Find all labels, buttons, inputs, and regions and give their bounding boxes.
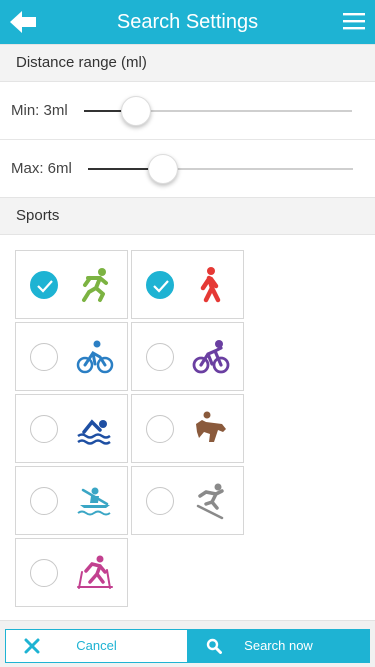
sport-tile-horse-riding[interactable] [131, 394, 244, 463]
checkmark-icon [37, 280, 53, 293]
sport-tile-skiing[interactable] [131, 466, 244, 535]
menu-button[interactable] [343, 11, 365, 31]
max-distance-label: Max: 6ml [11, 160, 72, 177]
sport-tile-cycling[interactable] [15, 322, 128, 391]
search-now-button-label: Search now [244, 638, 313, 653]
sport-tile-running[interactable] [15, 250, 128, 319]
page-title: Search Settings [116, 11, 259, 33]
selected-checkbox[interactable] [146, 271, 174, 299]
unselected-checkbox[interactable] [30, 487, 58, 515]
unselected-checkbox[interactable] [146, 343, 174, 371]
sport-tile-walking[interactable] [131, 250, 244, 319]
search-settings-screen: Search Settings Distance range (ml) Min:… [0, 0, 375, 667]
search-now-button[interactable]: Search now [187, 629, 370, 663]
checkmark-icon [153, 280, 169, 293]
horse-riding-icon [196, 411, 226, 442]
distance-section-header: Distance range (ml) [0, 44, 375, 82]
footer-bar: Cancel Search now [0, 620, 375, 667]
sport-tile-mountain-biking[interactable] [131, 322, 244, 391]
sports-section-header: Sports [0, 197, 375, 235]
kayaking-icon [77, 487, 111, 516]
running-icon [82, 268, 108, 302]
cycling-icon [76, 340, 114, 374]
unselected-checkbox[interactable] [30, 343, 58, 371]
mountain-biking-icon [192, 340, 230, 374]
min-distance-label: Min: 3ml [11, 102, 68, 119]
back-button[interactable] [8, 8, 38, 36]
unselected-checkbox[interactable] [30, 559, 58, 587]
swimming-icon [77, 419, 111, 445]
back-arrow-icon [10, 11, 36, 33]
unselected-checkbox[interactable] [146, 415, 174, 443]
cross-country-skiing-icon [77, 555, 113, 589]
min-distance-row: Min: 3ml [0, 82, 375, 140]
cancel-button[interactable]: Cancel [5, 629, 188, 663]
unselected-checkbox[interactable] [146, 487, 174, 515]
sport-tile-swimming[interactable] [15, 394, 128, 463]
unselected-checkbox[interactable] [30, 415, 58, 443]
skiing-icon [196, 483, 224, 520]
min-distance-slider-thumb[interactable] [121, 96, 151, 126]
sport-tile-cross-country-skiing[interactable] [15, 538, 128, 607]
selected-checkbox[interactable] [30, 271, 58, 299]
cancel-button-label: Cancel [76, 638, 117, 653]
max-distance-row: Max: 6ml [0, 140, 375, 198]
hamburger-menu-icon [343, 13, 365, 30]
header-bar: Search Settings [0, 0, 375, 44]
sports-grid [0, 235, 375, 620]
max-distance-slider-thumb[interactable] [148, 154, 178, 184]
walking-icon [200, 267, 221, 303]
sport-tile-kayaking[interactable] [15, 466, 128, 535]
